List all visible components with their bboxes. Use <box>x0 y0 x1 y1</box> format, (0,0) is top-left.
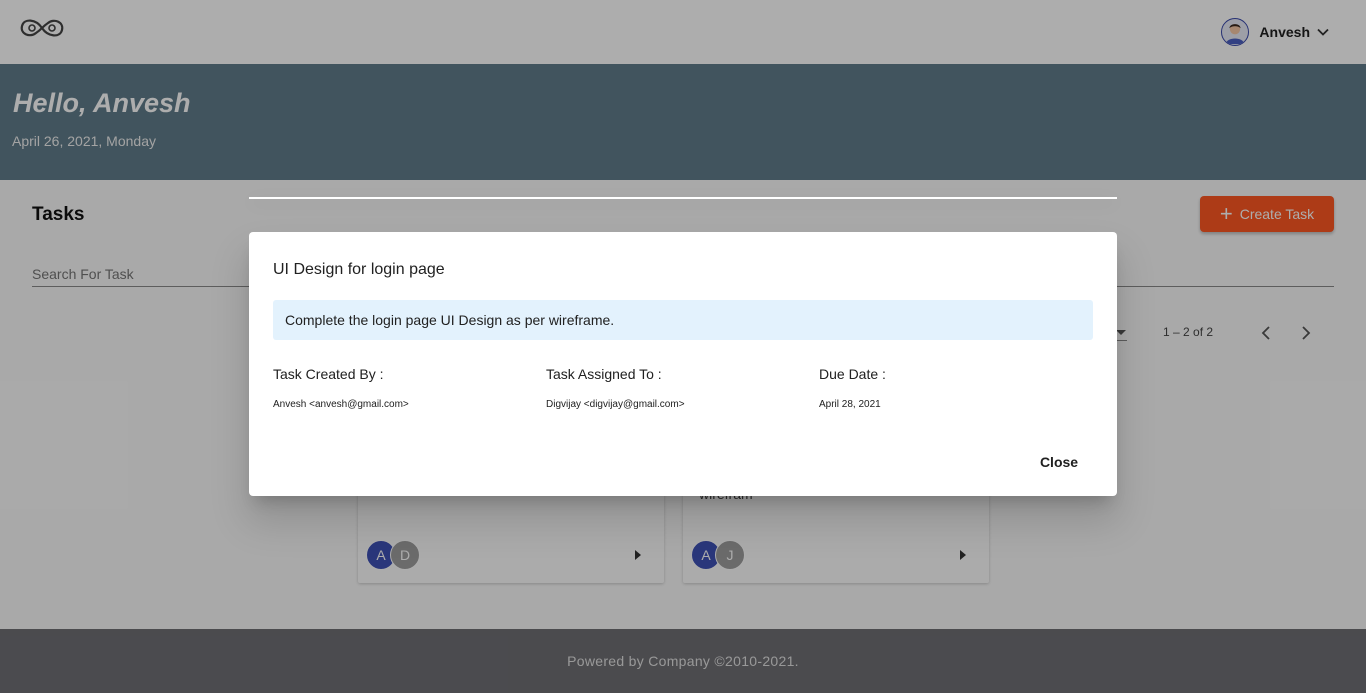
task-description-box: Complete the login page UI Design as per… <box>273 300 1093 340</box>
task-description: Complete the login page UI Design as per… <box>285 312 615 328</box>
due-date-label: Due Date : <box>819 366 886 382</box>
assigned-to-label: Task Assigned To : <box>546 366 662 382</box>
dialog-shadow-edge <box>249 197 1117 199</box>
dialog-title: UI Design for login page <box>273 261 445 278</box>
close-button[interactable]: Close <box>1029 448 1089 476</box>
due-date-value: April 28, 2021 <box>819 399 881 410</box>
task-detail-dialog: UI Design for login page Complete the lo… <box>249 232 1117 496</box>
created-by-value: Anvesh <anvesh@gmail.com> <box>273 399 409 410</box>
created-by-label: Task Created By : <box>273 366 384 382</box>
assigned-to-value: Digvijay <digvijay@gmail.com> <box>546 399 685 410</box>
